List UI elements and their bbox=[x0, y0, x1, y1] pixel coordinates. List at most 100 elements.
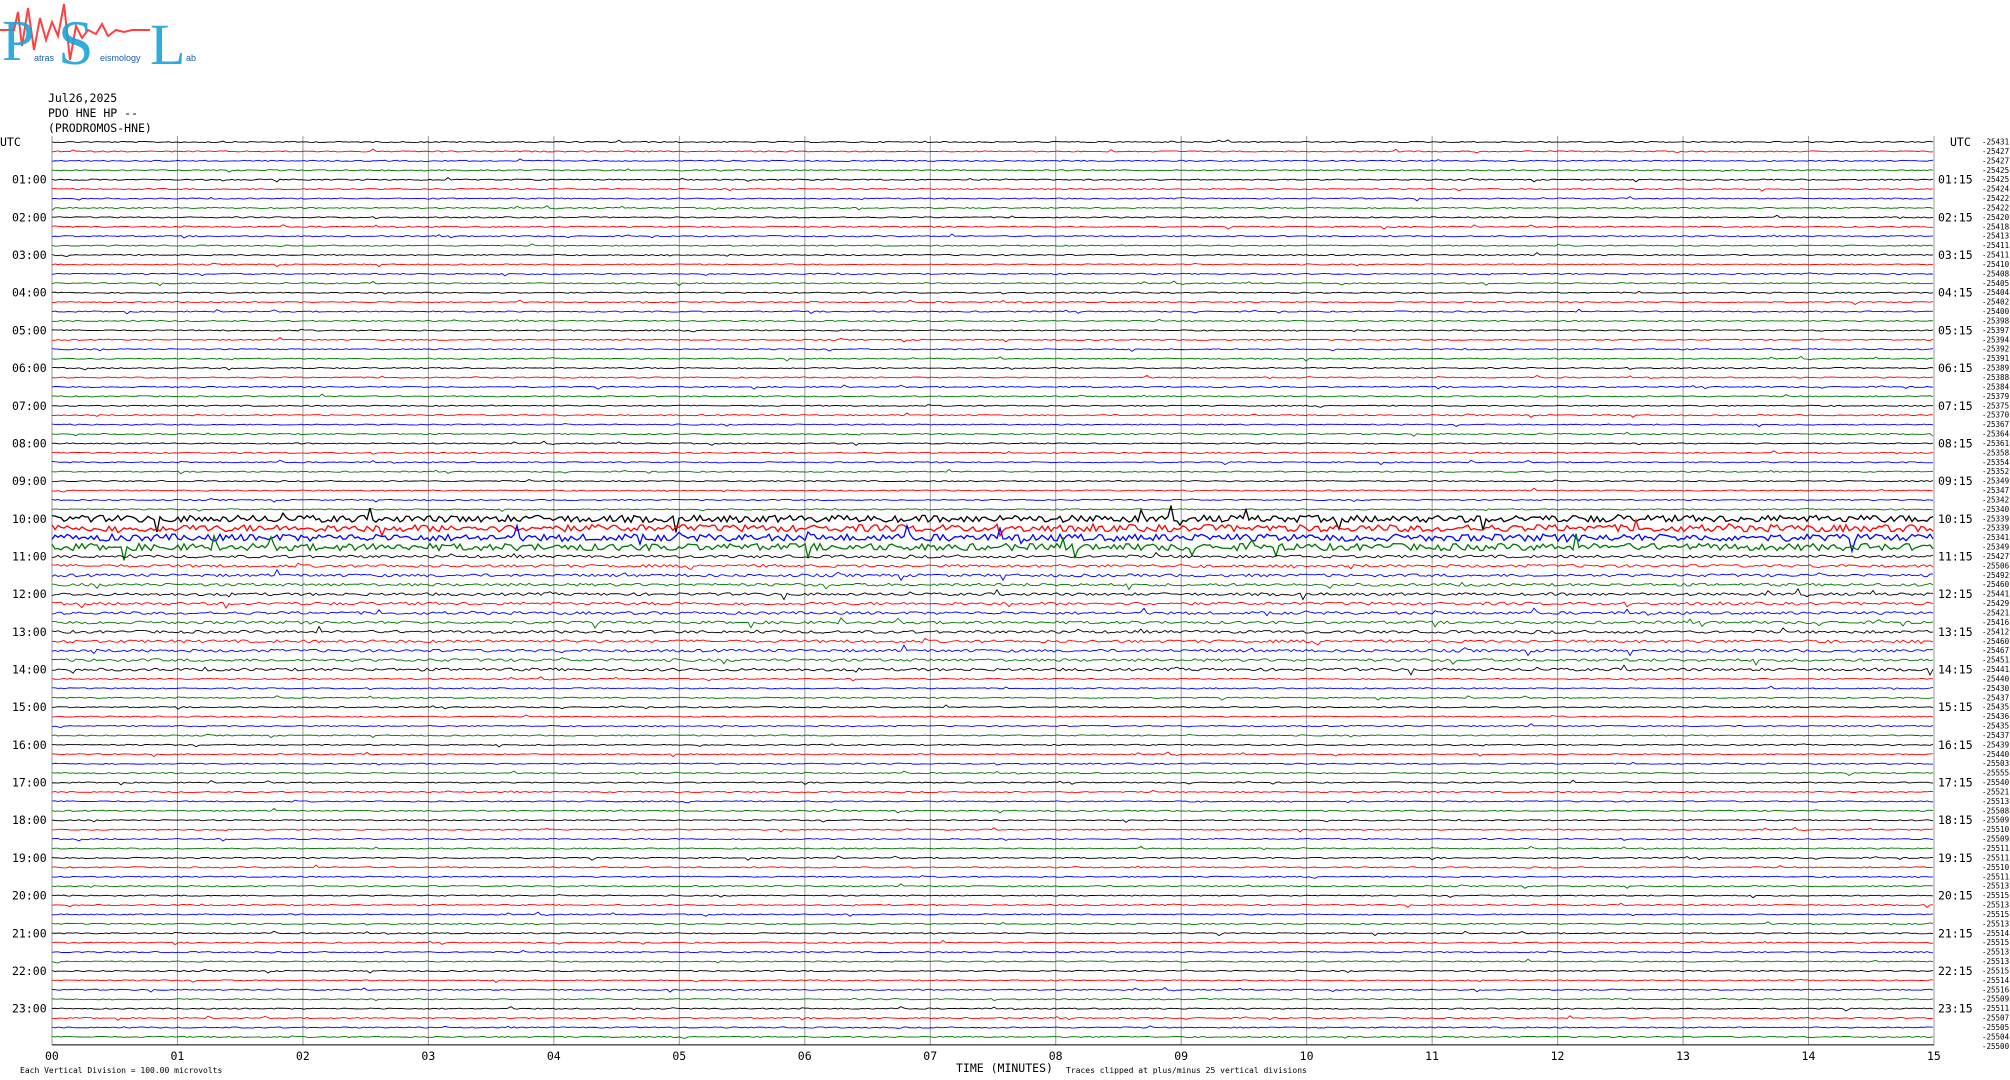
utc-right-label: UTC bbox=[1950, 135, 1971, 149]
offset-label: -25515 bbox=[1982, 910, 2009, 919]
trace-line-53 bbox=[51, 637, 1934, 646]
offset-label: -25467 bbox=[1982, 646, 2009, 655]
trace-line-70 bbox=[51, 799, 1934, 804]
offset-label: -25361 bbox=[1982, 439, 2009, 448]
offset-label: -25507 bbox=[1982, 1014, 2009, 1023]
offset-label: -25521 bbox=[1982, 787, 2009, 796]
trace-line-88 bbox=[51, 969, 1934, 974]
left-hour-label: 04:00 bbox=[12, 286, 47, 300]
offset-label: -25342 bbox=[1982, 495, 2009, 504]
trace-line-36 bbox=[51, 478, 1934, 483]
footer-clip-note: Traces clipped at plus/minus 25 vertical… bbox=[1066, 1066, 1307, 1075]
left-hour-label: 12:00 bbox=[12, 587, 47, 601]
trace-line-78 bbox=[51, 875, 1934, 879]
offset-label: -25515 bbox=[1982, 938, 2009, 947]
trace-line-75 bbox=[51, 845, 1934, 851]
helicorder-plot: 00 01 02 03 04 05 06 07 08 09 10 11 12 13 14 15 01:0002… bbox=[0, 135, 2010, 1075]
offset-label: -25379 bbox=[1982, 392, 2009, 401]
offset-label: -25405 bbox=[1982, 279, 2009, 288]
trace-line-3 bbox=[51, 168, 1934, 173]
traces bbox=[51, 139, 1934, 1039]
offset-label: -25402 bbox=[1982, 298, 2009, 307]
trace-line-4 bbox=[51, 177, 1934, 183]
offset-label: -25515 bbox=[1982, 966, 2009, 975]
trace-line-30 bbox=[51, 423, 1934, 428]
offset-label: -25511 bbox=[1982, 853, 2009, 862]
trace-line-84 bbox=[51, 930, 1934, 937]
trace-line-46 bbox=[51, 568, 1934, 582]
right-hour-label: 02:15 bbox=[1938, 210, 1973, 224]
trace-line-37 bbox=[51, 487, 1934, 493]
trace-line-21 bbox=[51, 336, 1934, 343]
trace-line-74 bbox=[51, 837, 1934, 842]
offset-label: -25436 bbox=[1982, 712, 2010, 721]
left-hour-label: 18:00 bbox=[12, 813, 47, 827]
left-hour-label: 08:00 bbox=[12, 436, 47, 450]
trace-line-54 bbox=[51, 644, 1934, 657]
offset-label: -25513 bbox=[1982, 919, 2009, 928]
trace-line-23 bbox=[51, 355, 1934, 362]
x-tick-04: 04 bbox=[547, 1049, 561, 1063]
offset-label: -25511 bbox=[1982, 872, 2009, 881]
offset-label: -25391 bbox=[1982, 354, 2009, 363]
offset-label: -25388 bbox=[1982, 373, 2010, 382]
offset-label: -25514 bbox=[1982, 976, 2010, 985]
offset-label: -25398 bbox=[1982, 316, 2010, 325]
trace-line-55 bbox=[51, 657, 1934, 666]
offset-label: -25513 bbox=[1982, 957, 2009, 966]
offset-label: -25509 bbox=[1982, 835, 2009, 844]
trace-line-83 bbox=[51, 921, 1934, 926]
trace-line-22 bbox=[51, 347, 1934, 352]
trace-line-92 bbox=[51, 1006, 1934, 1012]
trace-line-73 bbox=[51, 826, 1934, 833]
trace-line-2 bbox=[51, 158, 1934, 163]
right-hour-label: 21:15 bbox=[1938, 926, 1973, 940]
trace-line-0 bbox=[51, 139, 1934, 144]
offset-label: -25430 bbox=[1982, 684, 2010, 693]
offset-label: -25540 bbox=[1982, 778, 2010, 787]
x-tick-11: 11 bbox=[1425, 1049, 1439, 1063]
trace-line-79 bbox=[51, 883, 1934, 889]
trace-line-14 bbox=[51, 272, 1934, 277]
left-hour-label: 21:00 bbox=[12, 926, 47, 940]
offset-label: -25431 bbox=[1982, 138, 2009, 147]
offset-label: -25412 bbox=[1982, 627, 2009, 636]
offset-label: -25410 bbox=[1982, 260, 2010, 269]
trace-line-69 bbox=[51, 789, 1934, 794]
trace-line-57 bbox=[51, 676, 1934, 682]
offset-label: -25364 bbox=[1982, 430, 2010, 439]
offset-label: -25505 bbox=[1982, 1023, 2009, 1032]
offset-label: -25511 bbox=[1982, 1004, 2009, 1013]
trace-line-44 bbox=[51, 551, 1934, 559]
offset-label: -25460 bbox=[1982, 637, 2010, 646]
trace-line-29 bbox=[51, 412, 1934, 418]
left-hour-label: 02:00 bbox=[12, 210, 47, 224]
x-tick-01: 01 bbox=[170, 1049, 184, 1063]
offset-label: -25516 bbox=[1982, 985, 2010, 994]
trace-line-45 bbox=[51, 562, 1934, 571]
trace-line-10 bbox=[51, 233, 1934, 239]
x-tick-06: 06 bbox=[798, 1049, 812, 1063]
offset-label: -25492 bbox=[1982, 571, 2009, 580]
left-hour-label: 01:00 bbox=[12, 173, 47, 187]
offset-label: -25416 bbox=[1982, 618, 2010, 627]
offset-label: -25509 bbox=[1982, 995, 2009, 1004]
offset-label: -25404 bbox=[1982, 288, 2010, 297]
trace-line-77 bbox=[51, 864, 1934, 869]
offset-label: -25339 bbox=[1982, 524, 2009, 533]
trace-line-80 bbox=[51, 894, 1934, 899]
right-hour-label: 09:15 bbox=[1938, 474, 1973, 488]
offset-label: -25418 bbox=[1982, 222, 2010, 231]
right-hour-label: 22:15 bbox=[1938, 964, 1973, 978]
offset-label: -25424 bbox=[1982, 185, 2010, 194]
right-hour-label: 13:15 bbox=[1938, 625, 1973, 639]
x-tick-12: 12 bbox=[1551, 1049, 1565, 1063]
right-hour-label: 19:15 bbox=[1938, 851, 1973, 865]
trace-line-66 bbox=[51, 761, 1934, 766]
trace-line-8 bbox=[51, 214, 1934, 220]
offset-label: -25460 bbox=[1982, 580, 2010, 589]
trace-line-9 bbox=[51, 224, 1934, 230]
right-hour-label: 14:15 bbox=[1938, 663, 1973, 677]
left-hour-label: 22:00 bbox=[12, 964, 47, 978]
right-hour-label: 05:15 bbox=[1938, 323, 1973, 337]
